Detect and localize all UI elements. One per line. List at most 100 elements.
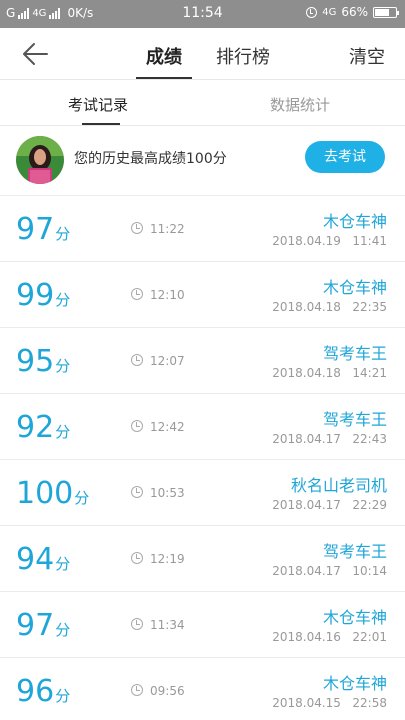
exam-time: 11:41 — [352, 234, 387, 248]
clear-button[interactable]: 清空 — [349, 43, 385, 69]
exam-datetime: 2018.04.15 22:58 — [272, 696, 387, 710]
exam-date: 2018.04.17 — [272, 432, 341, 446]
exam-datetime: 2018.04.16 22:01 — [272, 630, 387, 644]
tab-data-statistics[interactable]: 数据统计 — [270, 94, 330, 115]
list-item[interactable]: 92分 12:42 驾考车王 2018.04.17 22:43 — [0, 394, 405, 460]
user-name: 驾考车王 — [322, 344, 387, 363]
duration: 12:42 — [150, 420, 185, 434]
score-value: 97 — [16, 212, 55, 247]
sub-tab-active-indicator — [82, 123, 120, 125]
score-value: 97 — [16, 608, 55, 643]
exam-date: 2018.04.17 — [272, 564, 341, 578]
duration: 12:10 — [150, 288, 185, 302]
battery-percent: 66% — [341, 5, 368, 19]
score-value: 100 — [16, 476, 74, 511]
clock-icon — [131, 618, 143, 630]
score: 99分 — [16, 278, 70, 313]
avatar[interactable] — [16, 136, 64, 184]
tab-active-indicator — [136, 77, 192, 79]
user-name: 木仓车神 — [322, 212, 387, 231]
clock-icon — [131, 420, 143, 432]
list-item[interactable]: 96分 09:56 木仓车神 2018.04.15 22:58 — [0, 658, 405, 720]
list-item[interactable]: 97分 11:22 木仓车神 2018.04.19 11:41 — [0, 196, 405, 262]
tab-exam-records[interactable]: 考试记录 — [68, 94, 128, 115]
exam-time: 10:14 — [352, 564, 387, 578]
exam-time: 22:29 — [352, 498, 387, 512]
exam-date: 2018.04.18 — [272, 300, 341, 314]
score-value: 96 — [16, 674, 55, 709]
user-name: 木仓车神 — [322, 278, 387, 297]
score-value: 94 — [16, 542, 55, 577]
score: 95分 — [16, 344, 70, 379]
exam-datetime: 2018.04.17 10:14 — [272, 564, 387, 578]
exam-date: 2018.04.16 — [272, 630, 341, 644]
clock-icon — [131, 222, 143, 234]
score: 94分 — [16, 542, 70, 577]
list-item[interactable]: 97分 11:34 木仓车神 2018.04.16 22:01 — [0, 592, 405, 658]
score: 92分 — [16, 410, 70, 445]
go-exam-button[interactable]: 去考试 — [305, 141, 385, 173]
duration: 12:19 — [150, 552, 185, 566]
avatar-image — [16, 136, 64, 184]
clock-icon — [131, 288, 143, 300]
tab-score[interactable]: 成绩 — [146, 43, 182, 69]
list-item[interactable]: 95分 12:07 驾考车王 2018.04.18 14:21 — [0, 328, 405, 394]
score-unit: 分 — [55, 225, 71, 243]
exam-datetime: 2018.04.18 22:35 — [272, 300, 387, 314]
exam-date: 2018.04.19 — [272, 234, 341, 248]
score-value: 95 — [16, 344, 55, 379]
exam-time: 14:21 — [352, 366, 387, 380]
score-unit: 分 — [55, 555, 71, 573]
score: 100分 — [16, 476, 89, 511]
exam-time: 22:35 — [352, 300, 387, 314]
top-nav: 成绩 排行榜 清空 — [0, 28, 405, 80]
duration: 10:53 — [150, 486, 185, 500]
list-item[interactable]: 99分 12:10 木仓车神 2018.04.18 22:35 — [0, 262, 405, 328]
exam-datetime: 2018.04.19 11:41 — [272, 234, 387, 248]
clock-icon — [131, 486, 143, 498]
score: 97分 — [16, 608, 70, 643]
status-right: 4G 66% — [306, 5, 399, 19]
tab-ranking[interactable]: 排行榜 — [216, 43, 270, 69]
duration: 11:34 — [150, 618, 185, 632]
duration: 12:07 — [150, 354, 185, 368]
back-arrow-icon — [23, 43, 48, 65]
user-name: 木仓车神 — [322, 608, 387, 627]
user-name: 木仓车神 — [322, 674, 387, 693]
battery-icon — [373, 6, 399, 18]
exam-record-list: 97分 11:22 木仓车神 2018.04.19 11:41 99分 12:1… — [0, 196, 405, 720]
best-score-text: 您的历史最高成绩100分 — [74, 151, 227, 167]
back-button[interactable] — [20, 40, 50, 68]
score-unit: 分 — [55, 423, 71, 441]
clock-icon — [131, 354, 143, 366]
clock-icon — [131, 684, 143, 696]
exam-datetime: 2018.04.17 22:29 — [272, 498, 387, 512]
score-unit: 分 — [55, 621, 71, 639]
user-name: 秋名山老司机 — [290, 476, 387, 495]
score-unit: 分 — [55, 291, 71, 309]
clock-icon — [131, 552, 143, 564]
user-name: 驾考车王 — [322, 542, 387, 561]
score-unit: 分 — [55, 357, 71, 375]
score-unit: 分 — [74, 489, 90, 507]
exam-time: 22:01 — [352, 630, 387, 644]
list-item[interactable]: 94分 12:19 驾考车王 2018.04.17 10:14 — [0, 526, 405, 592]
score: 96分 — [16, 674, 70, 709]
list-item[interactable]: 100分 10:53 秋名山老司机 2018.04.17 22:29 — [0, 460, 405, 526]
status-bar: G 4G 0K/s 11:54 4G 66% — [0, 0, 405, 28]
exam-datetime: 2018.04.18 14:21 — [272, 366, 387, 380]
user-name: 驾考车王 — [322, 410, 387, 429]
score-unit: 分 — [55, 687, 71, 705]
best-score-banner: 您的历史最高成绩100分 去考试 — [0, 126, 405, 196]
sub-tabs: 考试记录 数据统计 — [0, 80, 405, 126]
exam-date: 2018.04.18 — [272, 366, 341, 380]
score-value: 92 — [16, 410, 55, 445]
duration: 09:56 — [150, 684, 185, 698]
exam-datetime: 2018.04.17 22:43 — [272, 432, 387, 446]
score-value: 99 — [16, 278, 55, 313]
duration: 11:22 — [150, 222, 185, 236]
exam-time: 22:58 — [352, 696, 387, 710]
network-right-label: 4G — [322, 6, 337, 18]
score: 97分 — [16, 212, 70, 247]
alarm-icon — [306, 6, 318, 18]
